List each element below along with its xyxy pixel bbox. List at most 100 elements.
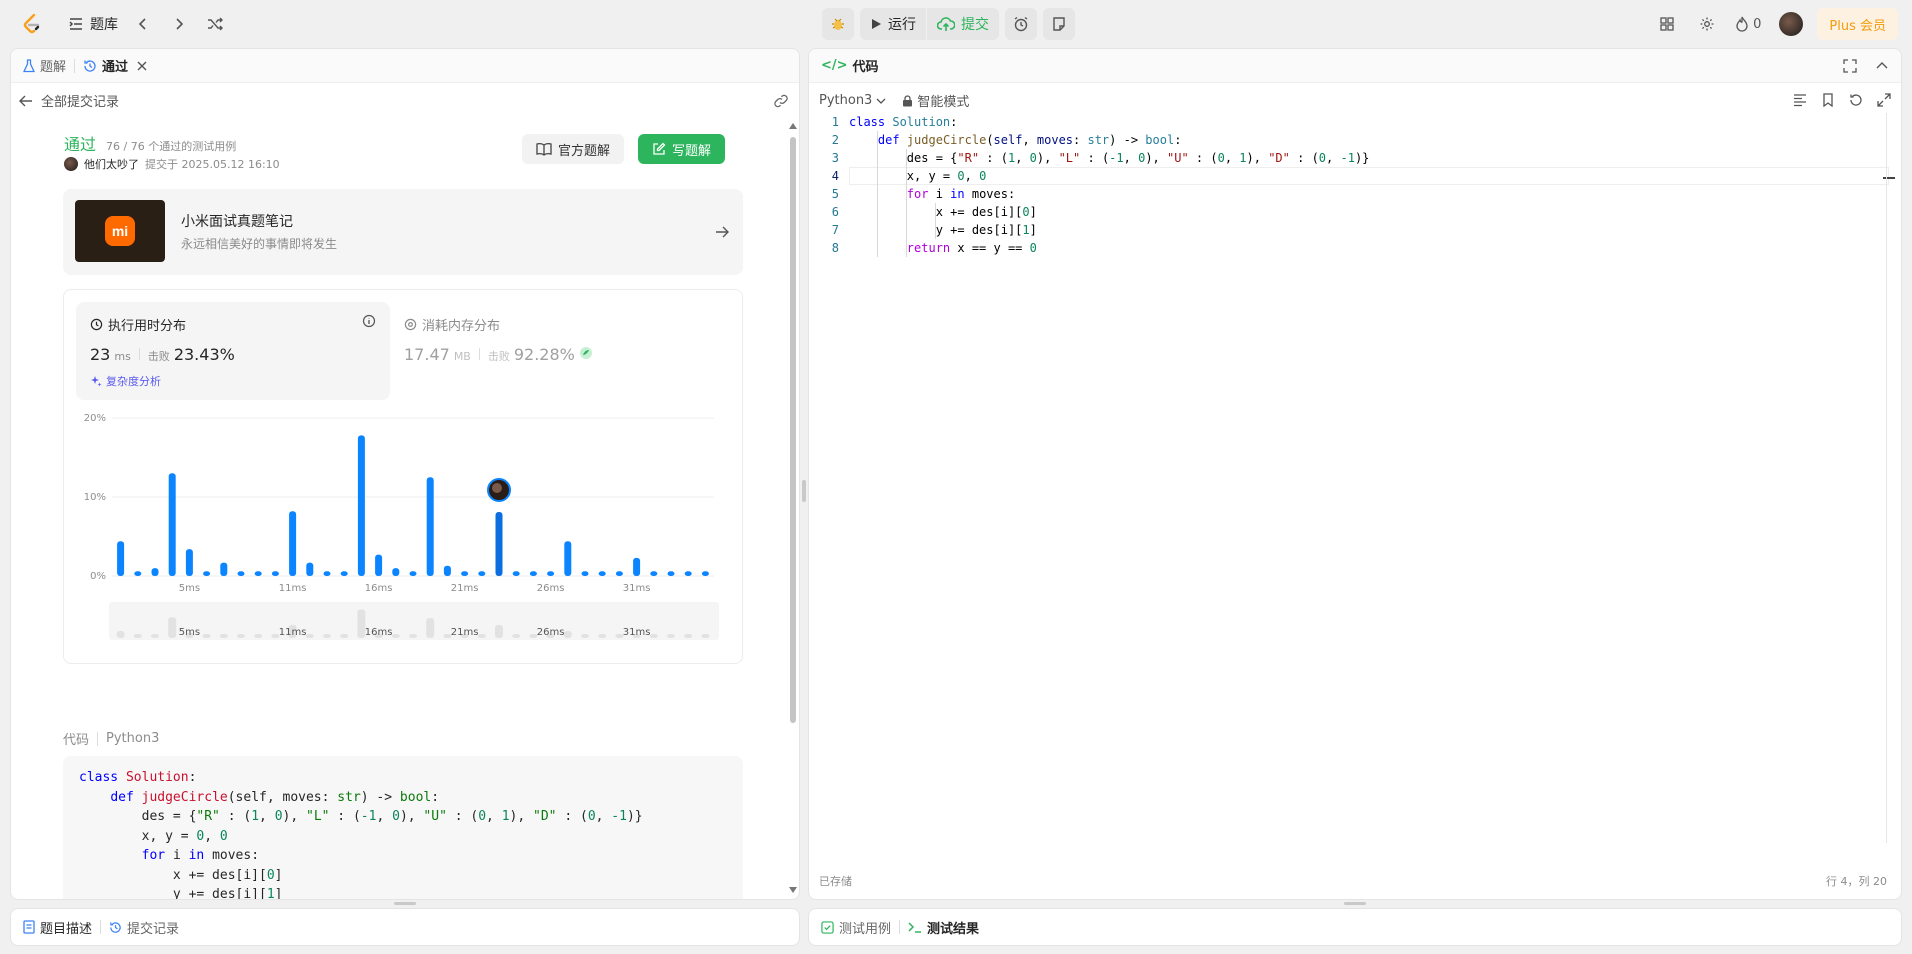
write-solution-button[interactable]: 写题解 bbox=[638, 134, 726, 164]
smart-mode-toggle[interactable]: 智能模式 bbox=[902, 91, 969, 110]
editor-line-4: x, y = 0, 0 bbox=[849, 169, 987, 183]
tab-description[interactable]: 题目描述 bbox=[23, 918, 92, 937]
history-icon bbox=[84, 59, 96, 72]
submit-button[interactable]: 提交 bbox=[927, 8, 999, 40]
timer-button[interactable] bbox=[1005, 8, 1037, 40]
sparkle-icon bbox=[91, 376, 102, 387]
problem-list-label: 题库 bbox=[90, 17, 118, 33]
run-submit-group: 运行 提交 bbox=[860, 8, 999, 40]
shuffle-icon bbox=[208, 17, 223, 31]
chart-bar bbox=[289, 511, 297, 576]
left-scrollbar[interactable] bbox=[790, 137, 796, 723]
notes-button[interactable] bbox=[1043, 8, 1075, 40]
overview-bar bbox=[254, 634, 263, 638]
overview-bar bbox=[151, 634, 159, 638]
expand-icon[interactable] bbox=[1877, 93, 1891, 107]
overview-tick-label: 26ms bbox=[537, 627, 565, 638]
leetcode-logo-icon[interactable] bbox=[20, 12, 44, 36]
submitter-avatar[interactable] bbox=[64, 157, 78, 171]
chart-bar bbox=[117, 541, 125, 576]
chart-bar bbox=[357, 435, 365, 576]
editor-scroll-track[interactable] bbox=[1886, 113, 1887, 843]
edit-icon bbox=[653, 142, 666, 155]
run-button[interactable]: 运行 bbox=[860, 8, 926, 40]
tab-description-label: 题目描述 bbox=[40, 921, 93, 937]
bookmark-icon[interactable] bbox=[1821, 93, 1835, 107]
close-icon[interactable] bbox=[137, 61, 147, 71]
memory-value: 17.47 bbox=[404, 345, 450, 364]
note-icon bbox=[1053, 17, 1065, 31]
tab-solutions[interactable]: 题解 bbox=[23, 56, 66, 75]
streak-counter[interactable]: 0 bbox=[1731, 8, 1765, 40]
share-link-icon[interactable] bbox=[773, 93, 789, 109]
right-vertical-splitter[interactable] bbox=[1344, 902, 1366, 905]
streak-count: 0 bbox=[1753, 16, 1762, 32]
user-avatar[interactable] bbox=[1779, 12, 1804, 36]
debug-button[interactable] bbox=[822, 8, 854, 40]
problem-list-button[interactable]: 题库 bbox=[64, 8, 122, 40]
code-editor-panel: </> 代码 Python3 智能模式 1 2 3 4 5 6 7 8 clas… bbox=[808, 48, 1902, 900]
code-line-3: des = {"R" : (1, 0), "L" : (-1, 0), "U" … bbox=[79, 809, 643, 824]
promo-card[interactable]: mi 小米面试真题笔记 永远相信美好的事情即将发生 bbox=[63, 189, 743, 275]
scroll-down-icon[interactable] bbox=[789, 887, 797, 893]
overview-tick-label: 21ms bbox=[451, 627, 479, 638]
prev-problem-button[interactable] bbox=[128, 8, 158, 40]
x-tick-label: 26ms bbox=[537, 583, 565, 594]
plus-label: Plus 会员 bbox=[1829, 18, 1886, 34]
runtime-beats-label: 击败 bbox=[147, 350, 170, 363]
language-select[interactable]: Python3 bbox=[819, 93, 886, 108]
checkbox-icon bbox=[821, 920, 834, 934]
tab-test-result-label: 测试结果 bbox=[927, 921, 980, 937]
collapse-up-icon[interactable] bbox=[1875, 59, 1889, 73]
settings-button[interactable] bbox=[1691, 8, 1723, 40]
overview-bar bbox=[409, 634, 417, 638]
chart-bar bbox=[495, 512, 503, 576]
next-problem-button[interactable] bbox=[164, 8, 194, 40]
reset-icon[interactable] bbox=[1849, 93, 1863, 107]
overview-tick-label: 16ms bbox=[365, 627, 393, 638]
document-icon bbox=[23, 920, 35, 934]
chart-bar bbox=[615, 571, 623, 576]
runtime-card[interactable]: 执行用时分布 23 ms 击败 23.43% 复杂度分析 bbox=[76, 302, 390, 400]
overview-tick-label: 31ms bbox=[623, 627, 651, 638]
submitter-name[interactable]: 他们太吵了 bbox=[84, 156, 139, 172]
editor-line-3: des = {"R" : (1, 0), "L" : (-1, 0), "U" … bbox=[849, 151, 1370, 165]
scroll-up-icon[interactable] bbox=[789, 123, 797, 129]
overview-bar bbox=[391, 634, 400, 638]
overview-bar bbox=[340, 634, 349, 638]
runtime-distribution-chart[interactable]: 20% 10% 0% 5ms 11ms 16ms 21ms 26ms 31ms 5ms 11ms 16… bbox=[64, 405, 744, 665]
history-icon bbox=[110, 921, 121, 933]
complexity-analysis-link[interactable]: 复杂度分析 bbox=[90, 373, 161, 389]
chart-bar bbox=[547, 571, 555, 576]
x-tick-label: 31ms bbox=[623, 583, 651, 594]
tab-accepted[interactable]: 通过 bbox=[83, 56, 147, 75]
fullscreen-icon[interactable] bbox=[1843, 58, 1857, 73]
y-tick-label: 10% bbox=[84, 492, 106, 503]
random-problem-button[interactable] bbox=[200, 8, 230, 40]
promo-title: 小米面试真题笔记 bbox=[181, 214, 293, 230]
info-icon[interactable] bbox=[362, 314, 376, 328]
panel-splitter[interactable] bbox=[802, 480, 806, 502]
chart-bar bbox=[581, 571, 589, 576]
code-line-6: x += des[i][0] bbox=[79, 867, 283, 883]
official-solution-button[interactable]: 官方题解 bbox=[522, 134, 625, 164]
back-to-submissions[interactable]: 全部提交记录 bbox=[19, 91, 119, 110]
memory-card[interactable]: 消耗内存分布 17.47 MB 击败 92.28% bbox=[404, 302, 724, 400]
left-vertical-splitter[interactable] bbox=[394, 902, 416, 905]
chart-bar bbox=[426, 477, 434, 576]
overview-bar bbox=[667, 634, 675, 638]
chart-bar bbox=[443, 565, 451, 576]
tab-code[interactable]: </> 代码 bbox=[821, 56, 879, 75]
plus-membership-button[interactable]: Plus 会员 bbox=[1817, 8, 1898, 40]
code-section-label: 代码 bbox=[63, 733, 90, 748]
chart-bar bbox=[271, 571, 279, 576]
tab-submissions-label: 提交记录 bbox=[127, 921, 180, 937]
tab-submissions[interactable]: 提交记录 bbox=[109, 918, 179, 937]
layout-button[interactable] bbox=[1651, 8, 1683, 40]
tab-test-result[interactable]: 测试结果 bbox=[908, 918, 979, 937]
submitted-code-block[interactable]: class Solution: def judgeCircle(self, mo… bbox=[63, 756, 743, 899]
chart-bar bbox=[306, 562, 314, 576]
overview-bar bbox=[598, 634, 607, 638]
tab-testcase[interactable]: 测试用例 bbox=[821, 918, 891, 937]
format-icon[interactable] bbox=[1793, 93, 1807, 107]
